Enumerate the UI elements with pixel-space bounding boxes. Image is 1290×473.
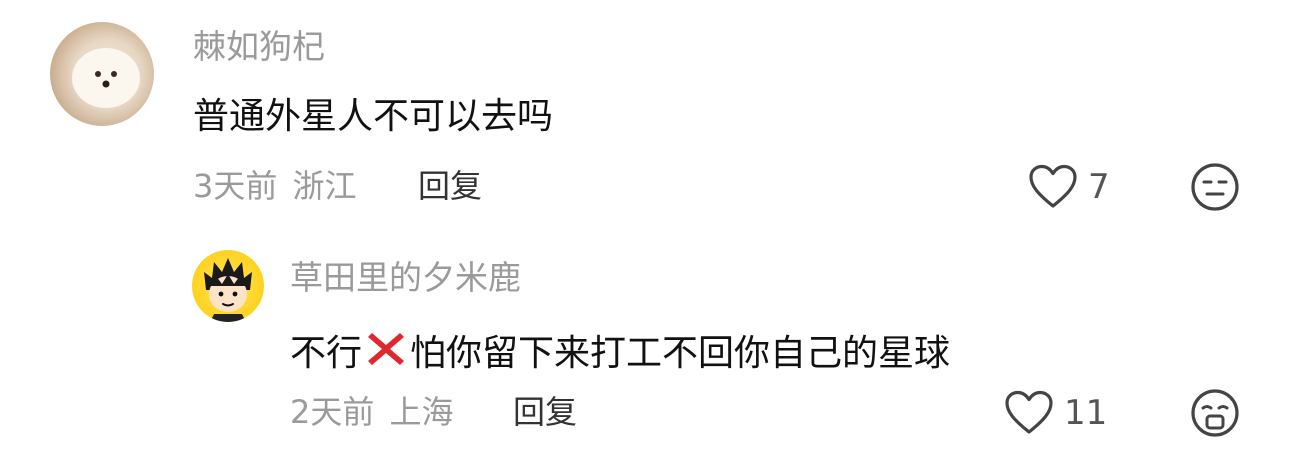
reply-time: 2天前: [290, 393, 375, 431]
crying-face-icon: [1191, 389, 1239, 437]
comment-time: 3天前: [193, 167, 278, 205]
reply-text-after: 怕你留下来打工不回你自己的星球: [410, 333, 951, 374]
comment-text: 普通外星人不可以去吗: [193, 96, 554, 137]
like-count: 7: [1088, 167, 1110, 207]
avatar[interactable]: [192, 250, 264, 322]
reply-button[interactable]: 回复: [513, 396, 577, 428]
avatar[interactable]: [50, 22, 154, 126]
cartoon-boy-avatar: [204, 258, 252, 322]
heart-outline-icon: [1029, 164, 1077, 208]
reply-text-before: 不行: [290, 333, 363, 374]
neutral-face-icon: [1191, 163, 1239, 211]
reply-meta: 2天前 上海: [290, 396, 453, 428]
comment-location: 浙江: [292, 167, 357, 205]
fluffy-dog-avatar: [72, 48, 140, 108]
like-button[interactable]: [1028, 164, 1078, 214]
comment-username[interactable]: 棘如狗杞: [193, 30, 325, 63]
reply-location: 上海: [389, 393, 454, 431]
reaction-button[interactable]: [1190, 162, 1240, 216]
heart-outline-icon: [1005, 390, 1053, 434]
like-count: 11: [1064, 393, 1108, 433]
reply-text: 不行 怕你留下来打工不回你自己的星球: [290, 327, 950, 372]
comment-meta: 3天前 浙江: [193, 170, 356, 202]
reaction-button[interactable]: [1190, 388, 1240, 448]
reply-button[interactable]: 回复: [418, 170, 482, 202]
like-button[interactable]: [1004, 390, 1054, 440]
reply-username[interactable]: 草田里的夕米鹿: [290, 261, 521, 294]
red-cross-mark-icon: [368, 333, 405, 365]
